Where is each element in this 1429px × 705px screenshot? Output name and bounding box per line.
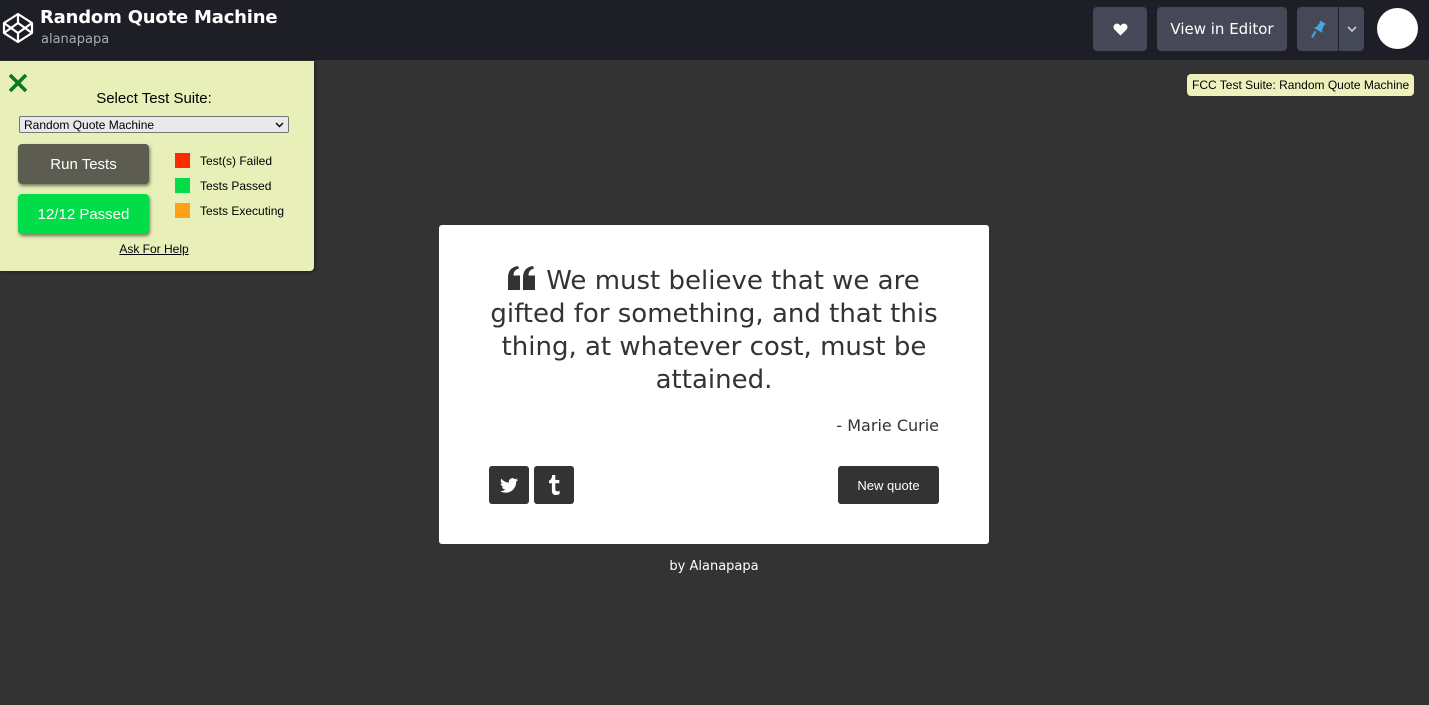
quote-author: - Marie Curie xyxy=(836,416,939,435)
tumblr-quote-button[interactable] xyxy=(534,466,574,504)
new-quote-button[interactable]: New quote xyxy=(838,466,939,504)
fcc-test-panel: Select Test Suite: Random Quote Machine … xyxy=(0,61,314,271)
like-button[interactable] xyxy=(1093,7,1147,51)
pin-icon xyxy=(1310,20,1326,38)
pin-button[interactable] xyxy=(1297,7,1338,51)
quote-body: We must believe that we are gifted for s… xyxy=(490,266,938,395)
tests-passed-button[interactable]: 12/12 Passed xyxy=(18,194,149,234)
select-test-suite-label: Select Test Suite: xyxy=(96,90,212,107)
footer-by: by xyxy=(669,559,686,574)
topbar: Random Quote Machine alanapapa View in E… xyxy=(0,0,1429,60)
footer: by Alanapapa xyxy=(439,559,989,574)
twitter-icon xyxy=(500,477,518,493)
pen-author[interactable]: alanapapa xyxy=(41,32,109,47)
quote-text: We must believe that we are gifted for s… xyxy=(489,265,939,397)
pen-title: Random Quote Machine xyxy=(40,7,278,28)
test-suite-select[interactable]: Random Quote Machine xyxy=(19,116,289,133)
legend-failed: Test(s) Failed xyxy=(175,153,272,168)
legend-executing: Tests Executing xyxy=(175,203,284,218)
ask-for-help-link[interactable]: Ask For Help xyxy=(0,242,308,256)
run-tests-button[interactable]: Run Tests xyxy=(18,144,149,184)
legend-passed: Tests Passed xyxy=(175,178,271,193)
quote-left-icon xyxy=(508,266,536,290)
footer-author-link[interactable]: Alanapapa xyxy=(689,559,758,574)
legend-passed-label: Tests Passed xyxy=(200,178,272,193)
view-in-editor-button[interactable]: View in Editor xyxy=(1157,7,1287,51)
fcc-tooltip: FCC Test Suite: Random Quote Machine xyxy=(1187,74,1415,96)
chevron-down-icon xyxy=(275,122,284,127)
avatar[interactable] xyxy=(1377,8,1418,49)
failed-swatch xyxy=(175,153,190,168)
codepen-logo-icon[interactable] xyxy=(1,11,35,45)
executing-swatch xyxy=(175,203,190,218)
tumblr-icon xyxy=(549,475,560,495)
passed-swatch xyxy=(175,178,190,193)
pin-options-button[interactable] xyxy=(1339,7,1364,51)
tweet-quote-button[interactable] xyxy=(489,466,529,504)
legend-executing-label: Tests Executing xyxy=(200,203,285,218)
legend-failed-label: Test(s) Failed xyxy=(200,153,273,168)
quote-box: We must believe that we are gifted for s… xyxy=(439,225,989,544)
chevron-down-icon xyxy=(1346,25,1357,32)
test-suite-selected-value: Random Quote Machine xyxy=(24,117,155,132)
heart-icon xyxy=(1113,23,1127,36)
